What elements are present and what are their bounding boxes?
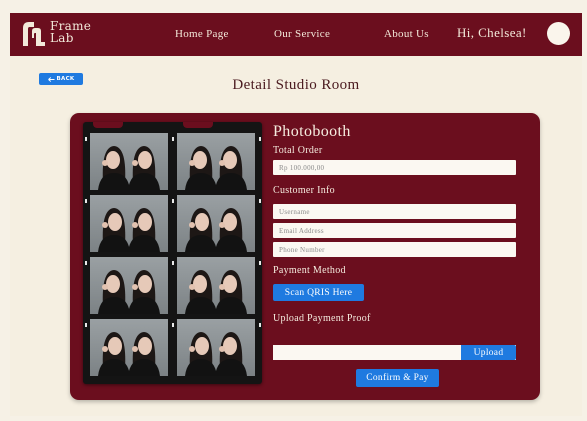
photo-frame <box>90 195 168 252</box>
strip-notch <box>93 122 123 128</box>
confirm-pay-button[interactable]: Confirm & Pay <box>356 369 439 387</box>
photo-frame <box>177 257 255 314</box>
film-mark <box>172 323 174 327</box>
phone-input[interactable]: Phone Number <box>273 242 516 257</box>
username-input[interactable]: Username <box>273 204 516 219</box>
navbar: Frame Lab Home Page Our Service About Us… <box>10 13 582 56</box>
photo-frame <box>90 319 168 376</box>
customer-info-label: Customer Info <box>273 185 335 196</box>
user-greeting: Hi, Chelsea! <box>457 25 527 40</box>
brand-line2: Lab <box>50 31 74 45</box>
photo-frame <box>90 133 168 190</box>
film-mark <box>172 261 174 265</box>
frame-lab-logo-icon[interactable] <box>20 19 46 49</box>
total-order-field: Rp 100.000,00 <box>273 160 516 175</box>
brand-name[interactable]: Frame Lab <box>50 20 91 44</box>
payment-method-label: Payment Method <box>273 265 346 276</box>
film-mark <box>85 261 87 265</box>
page-title: Detail Studio Room <box>232 77 360 93</box>
total-order-label: Total Order <box>273 145 323 156</box>
nav-link-home[interactable]: Home Page <box>175 28 229 40</box>
film-mark <box>259 261 261 265</box>
avatar[interactable] <box>547 22 570 45</box>
photo-frame <box>177 133 255 190</box>
nav-link-service[interactable]: Our Service <box>274 28 330 40</box>
film-mark <box>259 199 261 203</box>
photo-frame <box>90 257 168 314</box>
film-mark <box>259 137 261 141</box>
film-mark <box>172 199 174 203</box>
photo-frame <box>177 195 255 252</box>
studio-detail-card: Photobooth Total Order Rp 100.000,00 Cus… <box>70 113 540 400</box>
film-mark <box>85 199 87 203</box>
photo-strip <box>83 122 262 384</box>
film-mark <box>85 137 87 141</box>
scan-qris-button[interactable]: Scan QRIS Here <box>273 284 364 301</box>
upload-button[interactable]: Upload <box>461 345 516 360</box>
strip-notch <box>183 122 213 128</box>
email-input[interactable]: Email Address <box>273 223 516 238</box>
upload-proof-label: Upload Payment Proof <box>273 313 371 324</box>
photo-frame <box>177 319 255 376</box>
film-mark <box>85 323 87 327</box>
film-mark <box>259 323 261 327</box>
room-title: Photobooth <box>273 123 351 140</box>
film-mark <box>172 137 174 141</box>
page: Frame Lab Home Page Our Service About Us… <box>10 13 582 416</box>
nav-link-about[interactable]: About Us <box>384 28 429 40</box>
